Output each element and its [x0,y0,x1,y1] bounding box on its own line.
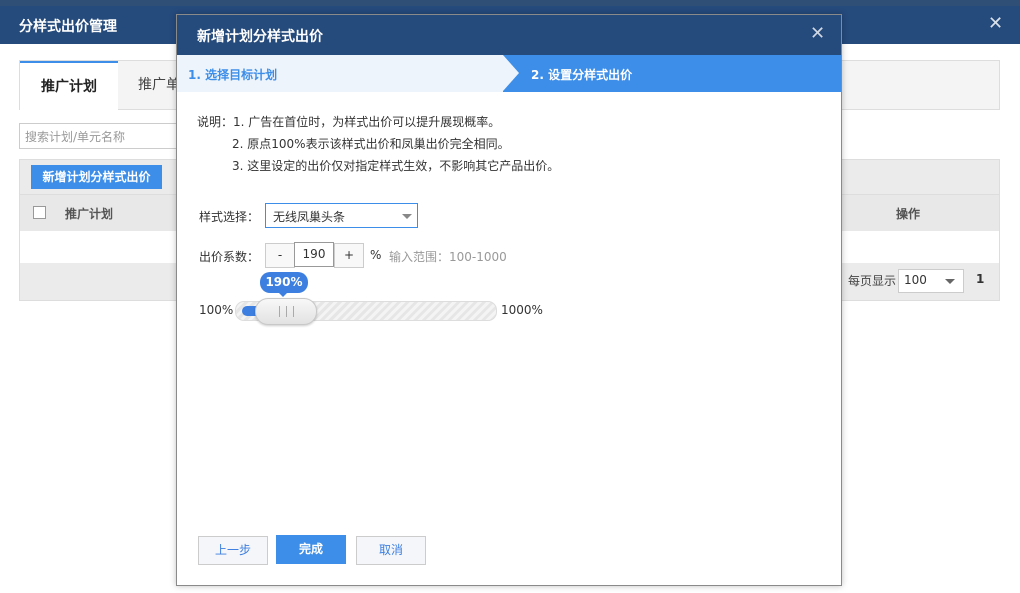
instructions: 说明：1. 广告在首位时，为样式出价可以提升展现概率。 2. 原点100%表示该… [197,111,559,177]
close-icon[interactable]: ✕ [810,23,825,44]
grip-icon [293,306,294,317]
previous-step-button[interactable]: 上一步 [198,536,268,565]
select-all-checkbox[interactable] [33,206,46,219]
close-icon[interactable]: ✕ [988,13,1003,34]
note-line: 说明：1. 广告在首位时，为样式出价可以提升展现概率。 [197,115,501,129]
done-button[interactable]: 完成 [276,535,346,564]
step-indicator: 1. 选择目标计划 2. 设置分样式出价 [177,55,841,92]
tooltip-tail [278,292,288,297]
dialog-title: 新增计划分样式出价 [197,29,323,45]
page-size-label: 每页显示 [848,274,897,288]
bid-coefficient-input[interactable]: 190 [294,242,334,267]
input-range-hint: 输入范围：100-1000 [389,250,507,264]
percent-unit: % [370,248,382,262]
grip-icon [286,306,287,317]
slider-handle[interactable] [255,298,317,325]
search-placeholder: 搜索计划/单元名称 [25,130,126,144]
step-set-style-bid: 2. 设置分样式出价 [531,68,633,82]
page-size-value: 100 [904,273,927,287]
slider-min-label: 100% [199,303,234,317]
style-label: 样式选择： [199,210,260,224]
note-line: 3. 这里设定的出价仅对指定样式生效，不影响其它产品出价。 [232,159,560,173]
dialog-header: 新增计划分样式出价 ✕ [177,15,841,55]
slider-max-label: 1000% [501,303,543,317]
note-line: 2. 原点100%表示该样式出价和凤巢出价完全相同。 [232,137,510,151]
page-size-select[interactable]: 100 [898,269,964,293]
step-select-campaign: 1. 选择目标计划 [188,68,278,82]
chevron-down-icon [402,214,412,219]
column-action: 操作 [896,207,921,221]
chevron-down-icon [945,279,955,284]
tab-campaign[interactable]: 推广计划 [20,61,118,110]
grip-icon [279,306,280,317]
search-input[interactable]: 搜索计划/单元名称 [19,123,181,149]
column-campaign: 推广计划 [65,207,114,221]
add-style-bid-button[interactable]: 新增计划分样式出价 [31,165,162,189]
cancel-button[interactable]: 取消 [356,536,426,565]
style-select-value: 无线凤巢头条 [273,210,346,224]
decrease-button[interactable]: - [265,243,295,268]
increase-button[interactable]: + [334,243,364,268]
slider-tooltip: 190% [260,272,308,293]
style-select[interactable]: 无线凤巢头条 [265,203,418,228]
background-title: 分样式出价管理 [19,19,117,35]
step-arrow [503,55,519,91]
tab-unit[interactable]: 推广单 [138,61,180,109]
style-bid-dialog: 新增计划分样式出价 ✕ 1. 选择目标计划 2. 设置分样式出价 说明：1. 广… [176,14,842,586]
page-number[interactable]: 1 [976,272,984,286]
bid-coefficient-label: 出价系数： [199,250,260,264]
